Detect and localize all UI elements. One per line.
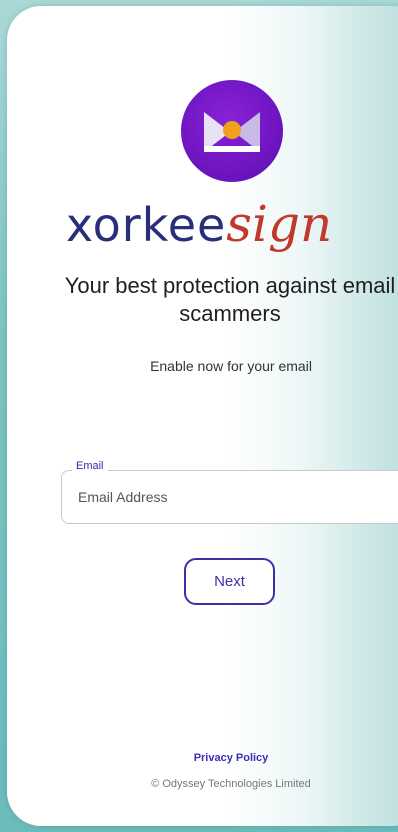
brand-logo: xorkeesign [0,190,398,258]
page-subheadline: Enable now for your email [150,358,312,374]
copyright-text: © Odyssey Technologies Limited [151,778,311,790]
email-field[interactable] [76,483,380,511]
email-field-container [61,470,398,524]
envelope-logo-icon [181,80,283,182]
brand-name-sign: sign [226,195,333,253]
brand-name-xorkee: xorkee [65,198,227,252]
next-button[interactable]: Next [184,558,275,605]
page-headline: Your best protection against email scamm… [64,273,396,326]
app-frame: xorkeesign Your best protection against … [0,0,398,832]
email-field-label: Email [72,460,108,472]
privacy-policy-link[interactable]: Privacy Policy [0,752,398,764]
envelope-icon [204,112,260,152]
